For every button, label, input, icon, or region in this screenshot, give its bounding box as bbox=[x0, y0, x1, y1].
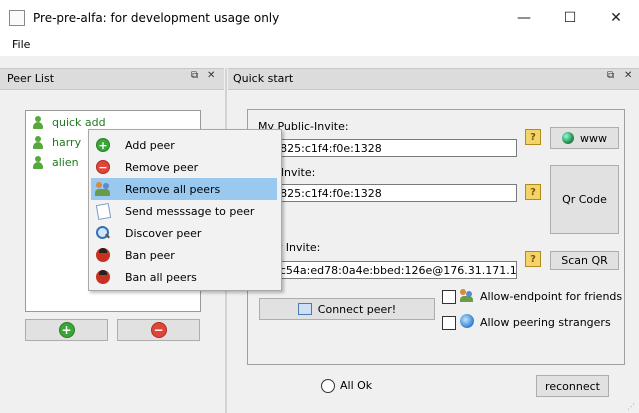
size-grip[interactable]: ⋰ bbox=[627, 402, 635, 411]
add-peer-button[interactable]: + bbox=[25, 319, 108, 341]
magnifier-icon bbox=[95, 225, 111, 241]
peer-item-harry[interactable]: harry bbox=[32, 133, 81, 151]
www-button[interactable]: www bbox=[550, 127, 619, 149]
public-invite-field[interactable]: :1::825:c1f4:f0e:1328 bbox=[257, 139, 517, 157]
public-invite-help-icon[interactable]: ? bbox=[525, 129, 541, 145]
peer-invite-help-icon[interactable]: ? bbox=[525, 251, 541, 267]
allow-strangers-checkbox[interactable] bbox=[442, 316, 456, 330]
users-icon bbox=[95, 181, 111, 197]
context-item-ban-peer[interactable]: Ban peer bbox=[91, 244, 277, 266]
qr-code-button[interactable]: Qr Code bbox=[550, 165, 619, 234]
www-label: www bbox=[580, 131, 607, 145]
reconnect-button[interactable]: reconnect bbox=[536, 375, 609, 397]
context-item-label: Ban peer bbox=[125, 248, 175, 262]
context-item-label: Add peer bbox=[125, 138, 175, 152]
peer-name: alien bbox=[52, 155, 79, 169]
context-item-add-peer[interactable]: + Add peer bbox=[91, 134, 277, 156]
peer-invite-field[interactable]: ::e:c54a:ed78:0a4e:bbed:126e@176.31.171.… bbox=[257, 261, 517, 279]
quick-start-close-button[interactable]: ✕ bbox=[624, 70, 632, 81]
peer-item-alien[interactable]: alien bbox=[32, 153, 79, 171]
remove-peer-button[interactable]: − bbox=[117, 319, 200, 341]
context-menu: + Add peer − Remove peer Remove all peer… bbox=[88, 129, 282, 291]
minimize-button[interactable]: — bbox=[501, 0, 547, 36]
peer-name: harry bbox=[52, 135, 82, 149]
network-icon bbox=[297, 303, 312, 315]
peer-list-close-button[interactable]: ✕ bbox=[207, 70, 215, 81]
context-item-label: Remove all peers bbox=[125, 182, 221, 196]
ladybug-icon bbox=[95, 247, 111, 263]
globe-network-icon bbox=[460, 314, 474, 328]
globe-icon bbox=[562, 132, 574, 144]
all-ok-radio[interactable] bbox=[321, 379, 335, 393]
ladybug-icon bbox=[95, 269, 111, 285]
context-item-remove-all-peers[interactable]: Remove all peers bbox=[91, 178, 277, 200]
remove-icon: − bbox=[150, 322, 167, 338]
maximize-button[interactable]: ☐ bbox=[547, 0, 593, 36]
person-icon bbox=[32, 135, 44, 149]
context-item-discover-peer[interactable]: Discover peer bbox=[91, 222, 277, 244]
connect-peer-label: Connect peer! bbox=[317, 302, 397, 316]
scan-qr-button[interactable]: Scan QR bbox=[550, 251, 619, 270]
menu-bar bbox=[0, 36, 639, 56]
menu-file[interactable]: File bbox=[12, 38, 30, 51]
context-item-send-message[interactable]: Send messsage to peer bbox=[91, 200, 277, 222]
peer-list-title: Peer List bbox=[7, 72, 55, 85]
add-icon: + bbox=[95, 137, 111, 153]
allow-strangers-label: Allow peering strangers bbox=[480, 316, 611, 329]
allow-endpoint-checkbox[interactable] bbox=[442, 290, 456, 304]
person-icon bbox=[32, 155, 44, 169]
remove-icon: − bbox=[95, 159, 111, 175]
person-icon bbox=[32, 115, 44, 129]
context-item-remove-peer[interactable]: − Remove peer bbox=[91, 156, 277, 178]
context-item-label: Send messsage to peer bbox=[125, 204, 255, 218]
connect-peer-button[interactable]: Connect peer! bbox=[259, 298, 435, 320]
full-invite-field[interactable]: :1::825:c1f4:f0e:1328 bbox=[257, 184, 517, 202]
users-icon bbox=[460, 288, 474, 302]
window-title: Pre-pre-alfa: for development usage only bbox=[33, 11, 280, 25]
quick-start-title: Quick start bbox=[233, 72, 294, 85]
allow-endpoint-label: Allow-endpoint for friends bbox=[480, 290, 623, 303]
all-ok-label: All Ok bbox=[340, 379, 373, 392]
add-icon: + bbox=[58, 322, 75, 338]
peer-list-float-button[interactable]: ⧉ bbox=[191, 70, 198, 81]
context-item-label: Ban all peers bbox=[125, 270, 197, 284]
quick-start-float-button[interactable]: ⧉ bbox=[607, 70, 614, 81]
peer-name: quick add bbox=[52, 115, 106, 129]
context-item-label: Remove peer bbox=[125, 160, 199, 174]
context-item-label: Discover peer bbox=[125, 226, 202, 240]
full-invite-help-icon[interactable]: ? bbox=[525, 184, 541, 200]
app-icon bbox=[9, 10, 25, 26]
close-window-button[interactable]: ✕ bbox=[593, 0, 639, 36]
note-icon bbox=[95, 202, 111, 220]
context-item-ban-all-peers[interactable]: Ban all peers bbox=[91, 266, 277, 288]
